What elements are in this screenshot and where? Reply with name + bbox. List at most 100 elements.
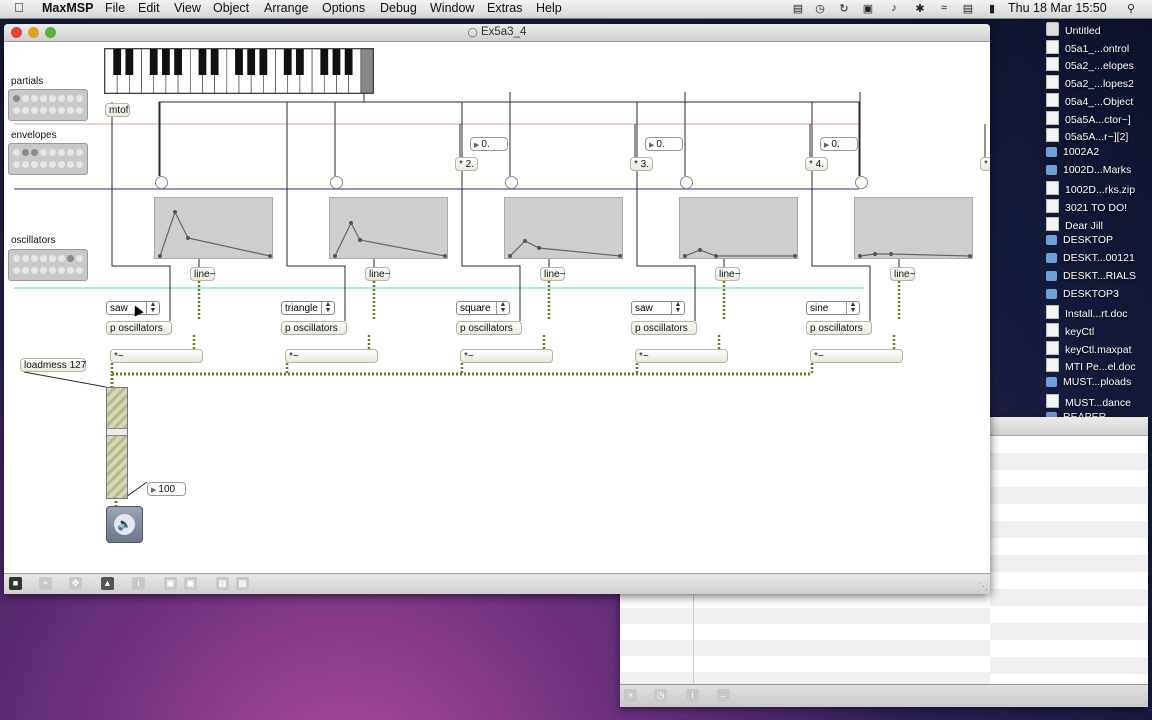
signal-multiply-object[interactable]: *~ xyxy=(285,349,378,363)
line-tilde-object[interactable]: line~ xyxy=(890,267,915,281)
bang-button[interactable] xyxy=(855,176,868,189)
multiply-object[interactable]: * 2. xyxy=(455,157,478,171)
menu-arrange[interactable]: Arrange xyxy=(264,1,308,15)
matrix-cell[interactable] xyxy=(40,267,47,274)
matrix-cell[interactable] xyxy=(76,149,83,156)
snap-icon[interactable]: ▩ xyxy=(236,577,249,590)
waveform-menu[interactable]: saw ▲ ▼ xyxy=(631,301,685,315)
matrix-cell[interactable] xyxy=(49,95,56,102)
matrix-cell[interactable] xyxy=(49,161,56,168)
envelope-function[interactable] xyxy=(329,197,448,259)
line-tilde-object[interactable]: line~ xyxy=(365,267,390,281)
zoom-out-icon[interactable]: ▣ xyxy=(164,577,177,590)
desktop-item[interactable]: DESKTOP xyxy=(1046,234,1152,252)
desktop-item[interactable]: 1002D...rks.zip xyxy=(1046,181,1152,199)
desktop-item[interactable]: 05a4_...Object xyxy=(1046,92,1152,111)
matrix-cell[interactable] xyxy=(76,161,83,168)
matrix-cell[interactable] xyxy=(67,149,74,156)
time-machine-icon[interactable]: ◷ xyxy=(813,2,827,15)
signal-multiply-object[interactable]: *~ xyxy=(635,349,728,363)
resize-grip-icon[interactable]: ⋱ xyxy=(979,581,988,592)
matrix-cell[interactable] xyxy=(76,107,83,114)
input-menu-icon[interactable]: ▤ xyxy=(961,2,975,15)
bang-button[interactable] xyxy=(505,176,518,189)
matrix-cell[interactable] xyxy=(49,107,56,114)
matrix-cell[interactable] xyxy=(13,267,20,274)
partials-matrix[interactable] xyxy=(8,89,88,121)
desktop-item[interactable]: keyCtl xyxy=(1046,322,1152,341)
spotlight-icon[interactable]: ⚲ xyxy=(1124,2,1138,15)
apple-menu-icon[interactable]:  xyxy=(14,0,24,15)
matrix-cell[interactable] xyxy=(49,267,56,274)
matrix-cell[interactable] xyxy=(58,149,65,156)
menu-window[interactable]: Window xyxy=(430,1,474,15)
matrix-cell[interactable] xyxy=(13,255,20,262)
keyboard-keys[interactable] xyxy=(104,48,374,94)
bang-button[interactable] xyxy=(680,176,693,189)
black-key[interactable] xyxy=(259,49,268,75)
presentation-icon[interactable]: ▲ xyxy=(101,577,114,590)
partial-number-box[interactable]: ▶ 0. xyxy=(820,137,858,151)
desktop-item[interactable]: MUST...dance xyxy=(1046,393,1152,412)
matrix-cell[interactable] xyxy=(22,95,29,102)
clear-icon[interactable]: × xyxy=(624,689,637,702)
black-key[interactable] xyxy=(113,49,122,75)
matrix-cell[interactable] xyxy=(49,149,56,156)
signal-multiply-object[interactable]: *~ xyxy=(810,349,903,363)
matrix-cell[interactable] xyxy=(40,255,47,262)
menu-app[interactable]: MaxMSP xyxy=(42,1,93,15)
matrix-cell[interactable] xyxy=(40,149,47,156)
ezdac-speaker[interactable]: 🔈 xyxy=(106,506,143,543)
matrix-cell[interactable] xyxy=(22,149,29,156)
info-icon[interactable]: i xyxy=(132,577,145,590)
multiply-object[interactable]: * 4. xyxy=(805,157,828,171)
desktop-item[interactable]: MUST...ploads xyxy=(1046,376,1152,394)
matrix-cell[interactable] xyxy=(13,95,20,102)
desktop-item[interactable]: 05a5A...r~][2] xyxy=(1046,128,1152,146)
battery-icon[interactable]: ▮ xyxy=(985,2,999,15)
menu-extras[interactable]: Extras xyxy=(487,1,522,15)
p-oscillators-object[interactable]: p oscillators xyxy=(456,321,522,335)
menu-view[interactable]: View xyxy=(174,1,201,15)
menu-options[interactable]: Options xyxy=(322,1,365,15)
desktop-item[interactable]: keyCtl.maxpat xyxy=(1046,340,1152,359)
black-key[interactable] xyxy=(198,49,207,75)
waveform-menu[interactable]: sine ▲ ▼ xyxy=(806,301,860,315)
desktop-item[interactable]: DESKT...00121 xyxy=(1046,252,1152,270)
black-key[interactable] xyxy=(235,49,243,75)
volume-icon[interactable]: ♪ xyxy=(887,2,901,15)
desktop-item[interactable]: Untitled xyxy=(1046,22,1152,40)
bang-button[interactable] xyxy=(155,176,168,189)
partial-number-box[interactable]: ▶ 0. xyxy=(470,137,508,151)
matrix-cell[interactable] xyxy=(67,95,74,102)
menu-debug[interactable]: Debug xyxy=(380,1,417,15)
matrix-cell[interactable] xyxy=(67,267,74,274)
matrix-cell[interactable] xyxy=(76,95,83,102)
menu-help[interactable]: Help xyxy=(536,1,562,15)
black-key[interactable] xyxy=(210,49,219,75)
black-key[interactable] xyxy=(283,49,292,75)
desktop-item[interactable]: DESKTOP3 xyxy=(1046,288,1152,306)
bluetooth-icon[interactable]: ✱ xyxy=(913,2,927,15)
p-oscillators-object[interactable]: p oscillators xyxy=(106,321,172,335)
matrix-cell[interactable] xyxy=(31,95,38,102)
wifi-icon[interactable]: ≈ xyxy=(937,2,951,15)
kslider-keyboard[interactable] xyxy=(104,48,374,94)
p-oscillators-object[interactable]: p oscillators xyxy=(281,321,347,335)
matrix-cell[interactable] xyxy=(31,149,38,156)
move-icon[interactable]: ✥ xyxy=(69,577,82,590)
matrix-cell[interactable] xyxy=(22,161,29,168)
bang-button[interactable] xyxy=(330,176,343,189)
black-key[interactable] xyxy=(149,49,158,75)
signal-multiply-object[interactable]: *~ xyxy=(460,349,553,363)
matrix-cell[interactable] xyxy=(13,161,20,168)
envelope-function[interactable] xyxy=(504,197,623,259)
menu-file[interactable]: File xyxy=(105,1,125,15)
back-icon[interactable]: ← xyxy=(717,689,730,702)
matrix-cell[interactable] xyxy=(40,107,47,114)
matrix-cell[interactable] xyxy=(22,107,29,114)
desktop-item[interactable]: DESKT...RIALS xyxy=(1046,270,1152,288)
matrix-cell[interactable] xyxy=(31,255,38,262)
matrix-cell[interactable] xyxy=(13,107,20,114)
zoom-in-icon[interactable]: ▣ xyxy=(184,577,197,590)
